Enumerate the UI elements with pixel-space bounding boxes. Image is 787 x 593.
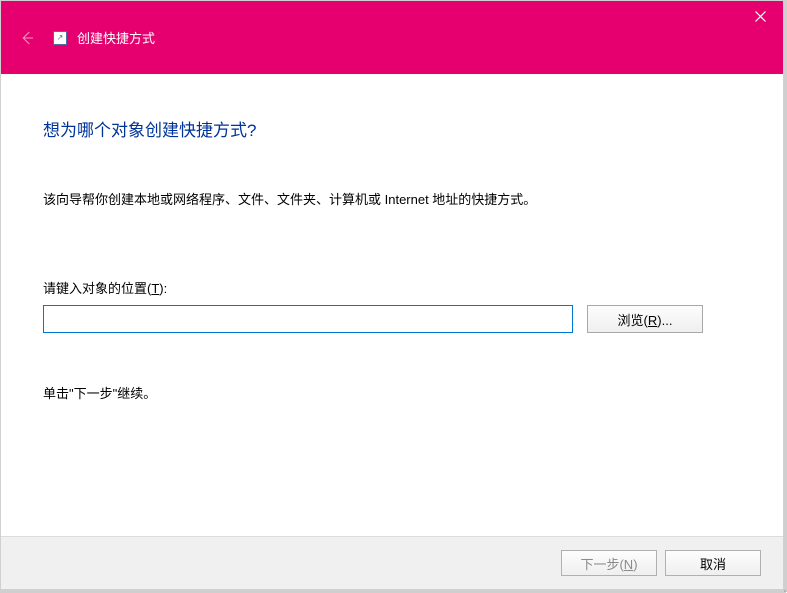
back-arrow-icon <box>18 29 36 47</box>
titlebar: ↗ 创建快捷方式 <box>1 1 783 74</box>
location-label-prefix: 请键入对象的位置( <box>43 281 151 296</box>
browse-accel: R <box>648 313 657 328</box>
browse-suffix: )... <box>657 313 672 328</box>
location-input[interactable] <box>43 305 573 333</box>
next-button: 下一步(N) <box>561 550 657 576</box>
wizard-window: ↗ 创建快捷方式 想为哪个对象创建快捷方式? 该向导帮你创建本地或网络程序、文件… <box>0 0 784 590</box>
close-icon <box>755 11 766 22</box>
browse-prefix: 浏览( <box>618 313 648 328</box>
window-title: 创建快捷方式 <box>77 28 155 47</box>
page-heading: 想为哪个对象创建快捷方式? <box>43 116 733 141</box>
browse-button[interactable]: 浏览(R)... <box>587 305 703 333</box>
location-label: 请键入对象的位置(T): <box>43 278 733 297</box>
cancel-button[interactable]: 取消 <box>665 550 761 576</box>
content-area: 想为哪个对象创建快捷方式? 该向导帮你创建本地或网络程序、文件、文件夹、计算机或… <box>1 74 783 536</box>
continue-hint: 单击"下一步"继续。 <box>43 383 733 402</box>
location-label-suffix: ): <box>159 281 167 296</box>
page-description: 该向导帮你创建本地或网络程序、文件、文件夹、计算机或 Internet 地址的快… <box>43 189 733 208</box>
close-button[interactable] <box>737 1 783 31</box>
shortcut-icon: ↗ <box>53 31 67 45</box>
next-accel: N <box>624 557 633 572</box>
next-suffix: ) <box>633 557 637 572</box>
next-prefix: 下一步( <box>580 557 623 572</box>
input-row: 浏览(R)... <box>43 305 733 333</box>
back-button <box>15 26 39 50</box>
footer: 下一步(N) 取消 <box>1 536 783 589</box>
